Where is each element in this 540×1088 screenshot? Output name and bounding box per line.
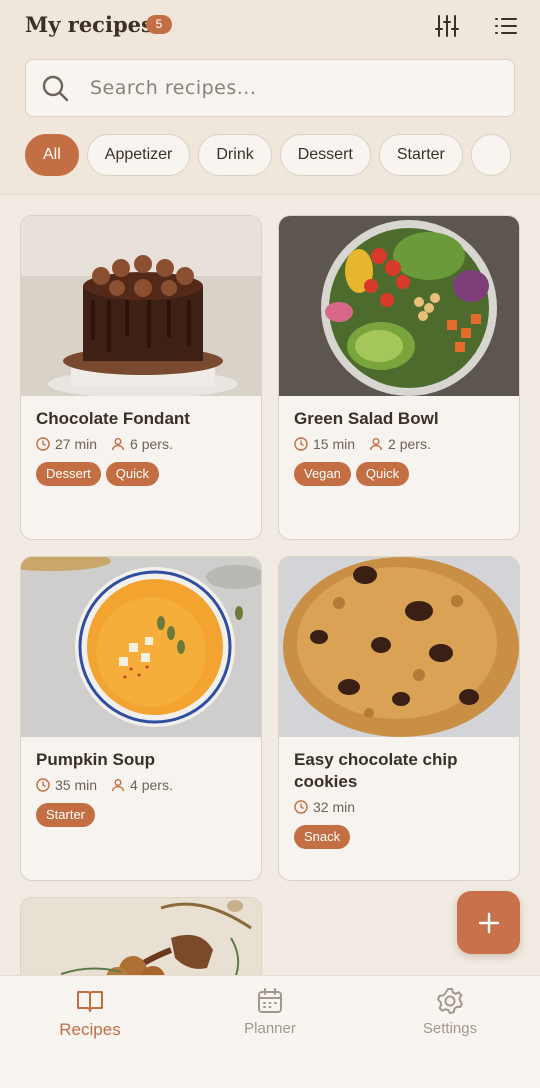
sliders-icon[interactable] (433, 13, 461, 39)
recipe-time: 27 min (55, 436, 98, 452)
gear-icon (437, 988, 463, 1014)
recipe-servings: 4 pers. (130, 777, 173, 793)
tag: Quick (105, 462, 160, 486)
nav-recipes[interactable]: Recipes (20, 986, 160, 1040)
chip-all[interactable]: All (25, 134, 79, 176)
recipe-tags: Vegan Quick (294, 462, 504, 486)
category-filter: All Appetizer Drink Dessert Starter (25, 134, 515, 178)
nav-recipes-label: Recipes (59, 1020, 121, 1039)
clock-icon (36, 778, 50, 792)
recipe-card[interactable]: Pumpkin Soup 35 min 4 pers. Starter (20, 556, 262, 881)
nav-planner[interactable]: Planner (200, 986, 340, 1037)
recipe-meta: 15 min 2 pers. (294, 436, 504, 452)
search-input[interactable] (90, 77, 490, 99)
recipe-photo (21, 216, 261, 396)
chip-dessert[interactable]: Dessert (279, 134, 371, 176)
recipe-title: Pumpkin Soup (36, 750, 155, 769)
recipe-title: Chocolate Fondant (36, 409, 190, 428)
recipe-meta: 35 min 4 pers. (36, 777, 246, 793)
recipe-time: 15 min (313, 436, 356, 452)
nav-settings-label: Settings (422, 1020, 478, 1037)
plus-icon (478, 912, 499, 933)
recipe-tags: Starter (36, 803, 246, 827)
recipe-meta: 27 min 6 pers. (36, 436, 246, 452)
clock-icon (294, 437, 308, 451)
recipe-tags: Dessert Quick (36, 462, 246, 486)
tag: Starter (36, 803, 96, 827)
recipe-servings: 6 pers. (130, 436, 173, 452)
search-bar[interactable] (25, 59, 515, 117)
recipe-card[interactable]: Green Salad Bowl 15 min 2 pers. Vegan Qui… (278, 215, 520, 540)
calendar-icon (258, 988, 282, 1013)
tag: Quick (355, 462, 410, 486)
recipe-time: 35 min (55, 777, 98, 793)
person-icon (111, 779, 125, 792)
nav-planner-label: Planner (244, 1020, 296, 1037)
clock-icon (294, 800, 308, 814)
chip-drink[interactable]: Drink (198, 134, 272, 176)
person-icon (111, 438, 125, 451)
tag: Dessert (36, 462, 101, 486)
search-icon (42, 75, 69, 102)
recipe-meta: 32 min (294, 799, 504, 815)
nav-settings[interactable]: Settings (380, 986, 520, 1037)
recipe-count-badge: 5 (146, 15, 172, 34)
recipe-tags: Snack (294, 825, 504, 849)
recipe-title: Easy chocolate chip cookies (294, 750, 458, 791)
book-icon (77, 991, 103, 1012)
chip-more[interactable] (470, 134, 511, 176)
page-title: My recipes (25, 12, 153, 37)
chip-appetizer[interactable]: Appetizer (86, 134, 191, 176)
add-recipe-button[interactable] (457, 891, 520, 954)
recipe-time: 32 min (313, 799, 356, 815)
tag: Vegan (294, 462, 351, 486)
recipe-card[interactable]: Chocolate Fondant 27 min 6 pers. Dessert… (20, 215, 262, 540)
clock-icon (36, 437, 50, 451)
recipe-title: Green Salad Bowl (294, 409, 439, 428)
recipe-photo (279, 557, 519, 737)
chip-starter[interactable]: Starter (378, 134, 463, 176)
person-icon (369, 438, 383, 451)
recipe-photo (279, 216, 519, 396)
tag: Snack (294, 825, 351, 849)
bottom-navigation: Recipes Planner Settings (0, 975, 540, 1088)
recipe-photo (21, 557, 261, 737)
recipe-servings: 2 pers. (388, 436, 431, 452)
recipe-card[interactable]: Easy chocolate chip cookies 32 min Snack (278, 556, 520, 881)
list-icon[interactable] (492, 13, 520, 39)
app-header: My recipes 5 AllAppetizerDrinkDessertSta… (0, 0, 540, 195)
